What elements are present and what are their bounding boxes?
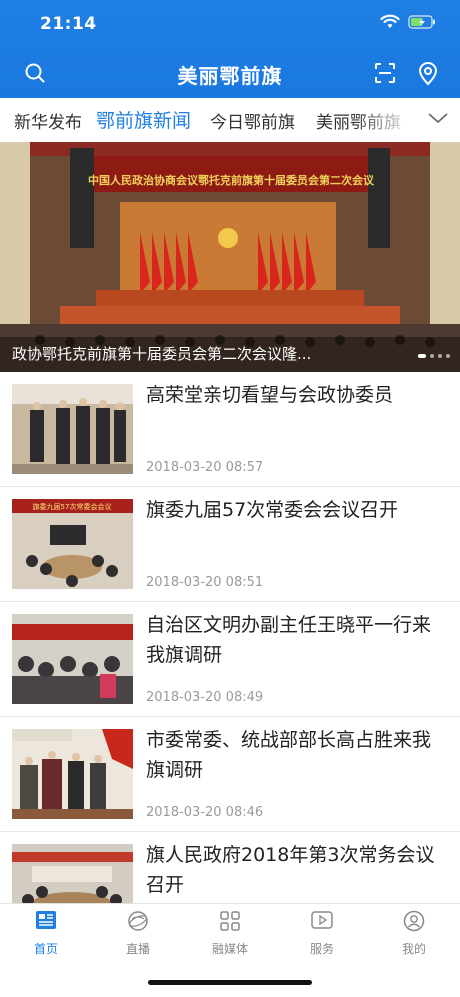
- user-icon: [403, 910, 425, 932]
- location-button[interactable]: [418, 62, 438, 90]
- carousel-indicator: [418, 354, 450, 358]
- news-thumbnail: [12, 384, 133, 474]
- live-globe-icon: [128, 911, 148, 931]
- carousel-dot: [446, 354, 450, 358]
- headline-banner[interactable]: 中国人民政治协商会议鄂托克前旗第十届委员会第二次会议 政协鄂托克前旗第十届委员会: [0, 142, 460, 372]
- news-time: 2018-03-20 08:51: [146, 575, 264, 590]
- bottom-tab-label: 我的: [401, 942, 426, 956]
- bottom-tab-label: 服务: [309, 942, 334, 956]
- carousel-dot: [438, 354, 442, 358]
- tab-fade: [354, 98, 424, 142]
- bottom-tab-label: 首页: [33, 942, 58, 956]
- banner-caption: 政协鄂托克前旗第十届委员会第二次会议隆...: [12, 345, 312, 363]
- news-title: 高荣堂亲切看望与会政协委员: [146, 384, 394, 406]
- grid-icon: [220, 911, 240, 931]
- news-item[interactable]: 高荣堂亲切看望与会政协委员 2018-03-20 08:57: [0, 372, 460, 487]
- channel-tabs: 新华发布 鄂前旗新闻 今日鄂前旗 美丽鄂前旗: [0, 98, 460, 143]
- tab-eqianqi-news[interactable]: 鄂前旗新闻: [96, 106, 191, 133]
- news-title: 市委常委、统战部部长高占胜来我旗调研: [146, 729, 432, 781]
- bottom-tab-media[interactable]: 融媒体: [190, 910, 270, 957]
- news-item[interactable]: 市委常委、统战部部长高占胜来我旗调研 2018-03-20 08:46: [0, 717, 460, 832]
- location-pin-icon: [418, 62, 438, 86]
- news-time: 2018-03-20 08:49: [146, 690, 264, 705]
- news-item[interactable]: 自治区文明办副主任王晓平一行来我旗调研 2018-03-20 08:49: [0, 602, 460, 717]
- news-title: 旗人民政府2018年第3次常务会议召开: [146, 844, 435, 896]
- bottom-tab-live[interactable]: 直播: [98, 910, 178, 957]
- news-title: 旗委九届57次常委会会议召开: [146, 499, 399, 521]
- carousel-dot-active: [418, 354, 426, 358]
- tab-xinhua[interactable]: 新华发布: [14, 108, 82, 133]
- battery-icon: [408, 14, 435, 29]
- status-time: 21:14: [40, 14, 97, 34]
- conference-photo: 中国人民政治协商会议鄂托克前旗第十届委员会第二次会议: [0, 142, 460, 372]
- news-item[interactable]: 旗委九届57次常委会会议 旗委九届57次常委会会议召开 2018-03-20 0…: [0, 487, 460, 602]
- scan-button[interactable]: [374, 62, 396, 90]
- news-thumbnail: 旗委九届57次常委会会议: [12, 499, 133, 589]
- header-actions: [374, 62, 438, 90]
- bottom-tab-label: 直播: [125, 942, 150, 956]
- thumb-banner-text: 旗委九届57次常委会会议: [33, 502, 112, 511]
- stage-banner-text: 中国人民政治协商会议鄂托克前旗第十届委员会第二次会议: [88, 173, 375, 187]
- wifi-icon: [380, 14, 400, 28]
- carousel-dot: [430, 354, 434, 358]
- home-indicator: [148, 980, 312, 985]
- news-title: 自治区文明办副主任王晓平一行来我旗调研: [146, 614, 432, 666]
- news-time: 2018-03-20 08:57: [146, 460, 264, 475]
- news-list: 高荣堂亲切看望与会政协委员 2018-03-20 08:57 旗委九届57次常委…: [0, 372, 460, 947]
- play-video-icon: [311, 911, 333, 929]
- tab-today[interactable]: 今日鄂前旗: [210, 108, 295, 133]
- home-news-icon: [36, 911, 56, 929]
- news-time: 2018-03-20 08:46: [146, 805, 264, 820]
- chevron-down-icon: [428, 113, 448, 124]
- more-channels-button[interactable]: [426, 108, 450, 132]
- status-icons: [380, 14, 436, 29]
- scan-icon: [375, 63, 395, 83]
- bottom-tab-profile[interactable]: 我的: [374, 910, 454, 957]
- news-thumbnail: [12, 614, 133, 704]
- news-thumbnail: [12, 729, 133, 819]
- bottom-tab-service[interactable]: 服务: [282, 910, 362, 957]
- app-header: 21:14 美丽鄂前旗: [0, 0, 460, 98]
- bottom-tab-label: 融媒体: [211, 942, 248, 956]
- bottom-tab-home[interactable]: 首页: [6, 910, 86, 957]
